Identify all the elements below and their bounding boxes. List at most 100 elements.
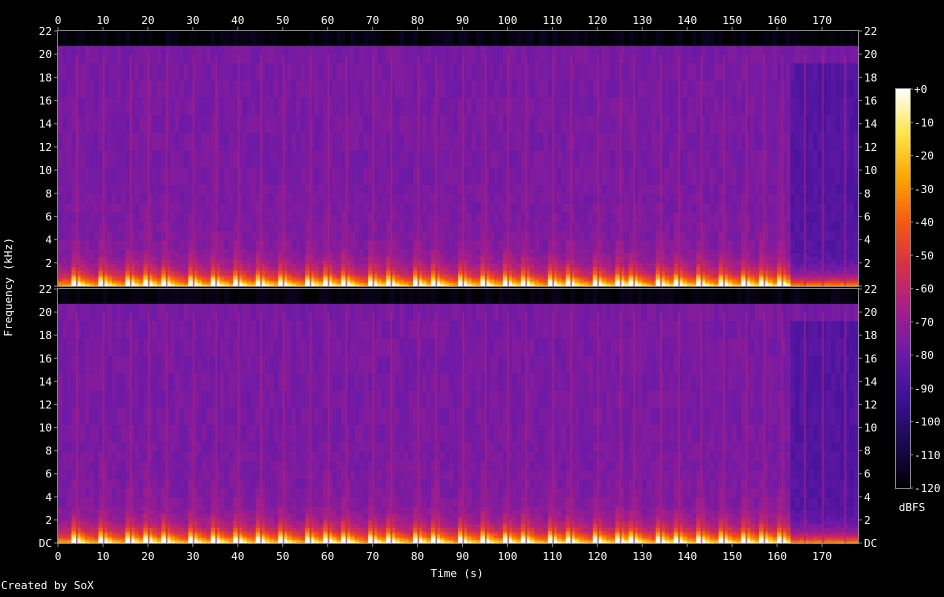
spectrogram-cell [453, 80, 459, 99]
spectrogram-cell [273, 80, 279, 99]
spectrogram-cell [413, 263, 418, 268]
spectrogram-cell [336, 97, 342, 116]
spectrogram-cell [673, 31, 679, 46]
spectrogram-cell [606, 221, 612, 232]
spectrogram-cell [543, 212, 549, 223]
spectrogram-cell [520, 270, 526, 275]
spectrogram-cell [354, 249, 360, 254]
spectrogram-cell [759, 115, 765, 133]
spectrogram-cell [116, 31, 122, 46]
spectrogram-cell [502, 263, 508, 268]
spectrogram-cell [143, 221, 149, 232]
spectrogram-cell [71, 149, 77, 168]
spectrogram-cell [466, 193, 472, 204]
spectrogram-cell [264, 167, 270, 185]
spectrogram-cell [422, 249, 427, 254]
spectrogram-cell [588, 62, 594, 81]
spectrogram-cell [673, 97, 679, 116]
spectrogram-cell [453, 149, 459, 168]
spectrogram-cell [588, 270, 594, 275]
spectrogram-cell [768, 203, 773, 213]
spectrogram-cell [143, 45, 149, 64]
spectrogram-cell [318, 167, 324, 185]
spectrogram-cell [471, 230, 477, 241]
spectrogram-cell [399, 132, 405, 151]
spectrogram-cell [143, 259, 149, 264]
spectrogram-cell [296, 80, 302, 99]
spectrogram-cell [592, 97, 598, 116]
spectrogram-cell [381, 184, 387, 195]
spectrogram-cell [466, 167, 472, 185]
spectrogram-cell [138, 167, 144, 185]
spectrogram-cell [152, 240, 158, 250]
spectrogram-cell [314, 249, 320, 254]
spectrogram-cell [219, 221, 225, 232]
spectrogram-cell [642, 259, 648, 264]
spectrogram-cell [183, 132, 189, 151]
spectrogram-cell [750, 62, 756, 81]
spectrogram-cell [98, 193, 104, 204]
spectrogram-cell [381, 115, 387, 133]
spectrogram-cell [768, 149, 773, 168]
spectrogram-cell [93, 184, 99, 195]
spectrogram-cell [705, 249, 711, 254]
spectrogram-cell [80, 132, 86, 151]
spectrogram-cell [431, 240, 436, 250]
spectrogram-cell [201, 45, 207, 64]
spectrogram-cell [197, 263, 203, 268]
spectrogram-cell [422, 31, 427, 46]
spectrogram-cell [736, 97, 742, 116]
spectrogram-cell [143, 80, 149, 99]
spectrogram-cell [682, 263, 688, 268]
spectrogram-cell [62, 167, 68, 185]
spectrogram-cell [687, 97, 693, 116]
spectrogram-cell [610, 263, 616, 268]
spectrogram-cell [574, 221, 580, 232]
spectrogram-cell [498, 270, 504, 275]
spectrogram-cell [255, 184, 261, 195]
spectrogram-cell [125, 249, 131, 254]
spectrogram-cell [458, 80, 463, 99]
spectrogram-cell [750, 240, 756, 250]
spectrogram-cell [404, 193, 409, 204]
spectrogram-cell [152, 31, 158, 46]
spectrogram-cell [480, 263, 486, 268]
spectrogram-cell [71, 270, 77, 275]
spectrogram-cell [651, 266, 657, 271]
spectrogram-cell [161, 80, 167, 99]
spectrogram-cell [664, 203, 670, 213]
spectrogram-cell [615, 80, 621, 99]
spectrogram-cell [502, 167, 508, 185]
spectrogram-cell [646, 184, 652, 195]
spectrogram-cell [646, 31, 652, 46]
spectrogram-cell [219, 230, 225, 241]
spectrogram-cell [601, 31, 607, 46]
spectrogram-cell [188, 115, 194, 133]
spectrogram-cell [628, 132, 634, 151]
spectrogram-cell [732, 203, 738, 213]
spectrogram-cell [705, 132, 711, 151]
spectrogram-cell [565, 203, 571, 213]
spectrogram-cell [606, 97, 612, 116]
spectrogram-cell [615, 230, 621, 241]
spectrogram-cell [359, 252, 365, 257]
spectrogram-cell [377, 149, 382, 168]
spectrogram-cell [71, 31, 77, 46]
spectrogram-cell [134, 256, 140, 261]
spectrogram-cell [493, 252, 499, 257]
spectrogram-cell [637, 115, 643, 133]
spectrogram-cell [296, 259, 302, 264]
spectrogram-cell [759, 62, 765, 81]
spectrogram-cell [116, 240, 122, 250]
spectrogram-cell [314, 97, 320, 116]
spectrogram-cell [336, 62, 342, 81]
spectrogram-cell [377, 212, 382, 223]
spectrogram-cell [529, 256, 535, 261]
spectrogram-cell [291, 240, 297, 250]
spectrogram-cell [395, 45, 400, 64]
spectrogram-cell [475, 31, 481, 46]
spectrogram-cell [790, 167, 796, 185]
spectrogram-cell [592, 266, 598, 271]
spectrogram-cell [350, 256, 356, 261]
spectrogram-cell [386, 203, 391, 213]
